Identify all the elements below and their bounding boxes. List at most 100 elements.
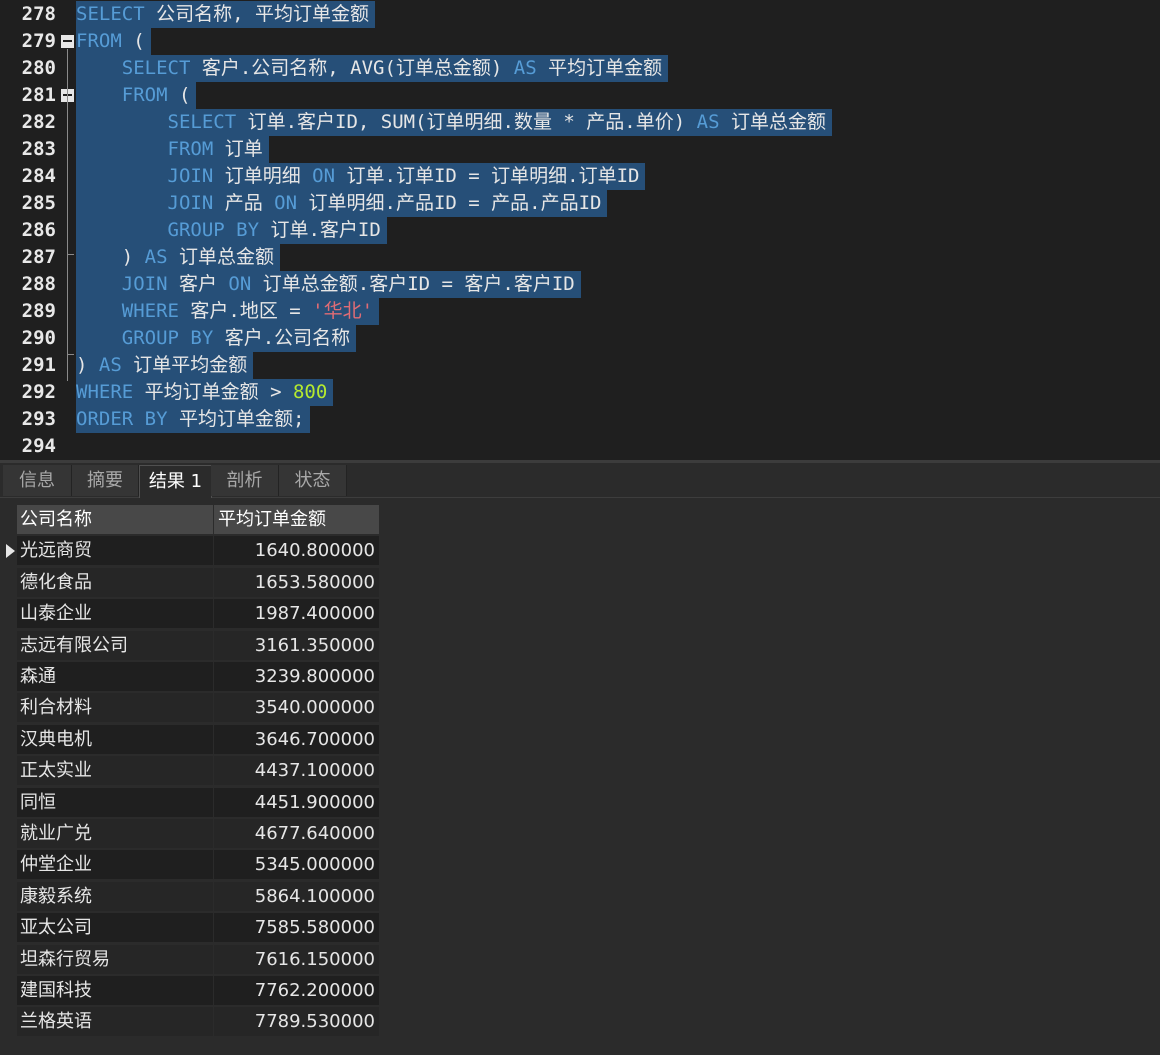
code-line[interactable]: 284 JOIN 订单明细 ON 订单.订单ID = 订单明细.订单ID [0,163,1160,190]
code-line[interactable]: 285 JOIN 产品 ON 订单明细.产品ID = 产品.产品ID [0,190,1160,217]
avg-amount-cell[interactable]: 5864.100000 [214,882,379,912]
line-number: 282 [21,111,56,133]
line-number: 286 [21,219,56,241]
table-row[interactable]: 兰格英语 7789.530000 [0,1007,380,1037]
line-number: 292 [21,381,56,403]
table-row[interactable]: 康毅系统 5864.100000 [0,882,380,912]
code-line[interactable]: 278 SELECT 公司名称, 平均订单金额 [0,1,1160,28]
company-name-cell[interactable]: 志远有限公司 [17,631,214,661]
avg-amount-cell[interactable]: 3646.700000 [214,725,379,755]
code-line[interactable]: 283 FROM 订单 [0,136,1160,163]
code-text: WHERE 平均订单金额 > 800 [76,379,334,406]
line-number: 278 [21,3,56,25]
table-row[interactable]: 汉典电机 3646.700000 [0,725,380,755]
table-row[interactable]: 仲堂企业 5345.000000 [0,850,380,880]
code-line[interactable]: 292 WHERE 平均订单金额 > 800 [0,379,1160,406]
company-name-cell[interactable]: 汉典电机 [17,725,214,755]
code-text: FROM ( [76,82,197,109]
avg-amount-cell[interactable]: 4437.100000 [214,756,379,786]
company-name-cell[interactable]: 建国科技 [17,976,214,1006]
tab-info[interactable]: 信息 [3,465,72,496]
avg-amount-cell[interactable]: 3239.800000 [214,662,379,692]
code-text: JOIN 产品 ON 订单明细.产品ID = 产品.产品ID [76,190,608,217]
company-name-cell[interactable]: 仲堂企业 [17,850,214,880]
avg-amount-cell[interactable]: 7616.150000 [214,945,379,975]
code-text: JOIN 订单明细 ON 订单.订单ID = 订单明细.订单ID [76,163,646,190]
avg-amount-cell[interactable]: 3540.000000 [214,693,379,723]
avg-amount-cell[interactable]: 7789.530000 [214,1007,379,1037]
avg-amount-cell[interactable]: 1640.800000 [214,536,379,566]
company-name-cell[interactable]: 亚太公司 [17,913,214,943]
column-header[interactable]: 公司名称 [17,505,214,535]
code-line[interactable]: 291) AS 订单平均金额 [0,352,1160,379]
line-number: 280 [21,57,56,79]
line-number: 283 [21,138,56,160]
code-line[interactable]: 289 WHERE 客户.地区 = '华北' [0,298,1160,325]
code-text: FROM ( [76,28,151,55]
table-row[interactable]: 就业广兑 4677.640000 [0,819,380,849]
code-text: ) AS 订单总金额 [76,244,280,271]
table-row[interactable]: 山泰企业 1987.400000 [0,599,380,629]
table-row[interactable]: 森通 3239.800000 [0,662,380,692]
fold-collapse-icon[interactable] [61,35,74,48]
tab-profile[interactable]: 剖析 [211,465,279,496]
code-line[interactable]: 279 FROM ( [0,28,1160,55]
line-number: 290 [21,327,56,349]
avg-amount-cell[interactable]: 4677.640000 [214,819,379,849]
company-name-cell[interactable]: 山泰企业 [17,599,214,629]
avg-amount-cell[interactable]: 5345.000000 [214,850,379,880]
company-name-cell[interactable]: 光远商贸 [17,536,214,566]
company-name-cell[interactable]: 正太实业 [17,756,214,786]
table-row[interactable]: 坦森行贸易 7616.150000 [0,945,380,975]
code-text: JOIN 客户 ON 订单总金额.客户ID = 客户.客户ID [76,271,581,298]
code-line[interactable]: 290 GROUP BY 客户.公司名称 [0,325,1160,352]
company-name-cell[interactable]: 森通 [17,662,214,692]
table-row[interactable]: 光远商贸 1640.800000 [0,536,380,566]
avg-amount-cell[interactable]: 1653.580000 [214,568,379,598]
code-line[interactable]: 293 ORDER BY 平均订单金额; [0,406,1160,433]
code-text: SELECT 公司名称, 平均订单金额 [76,1,375,28]
company-name-cell[interactable]: 德化食品 [17,568,214,598]
table-row[interactable]: 志远有限公司 3161.350000 [0,631,380,661]
code-text: WHERE 客户.地区 = '华北' [76,298,380,325]
table-row[interactable]: 利合材料 3540.000000 [0,693,380,723]
code-line[interactable]: 281 FROM ( [0,82,1160,109]
tab-status[interactable]: 状态 [279,465,347,496]
table-row[interactable]: 建国科技 7762.200000 [0,976,380,1006]
table-row[interactable]: 同恒 4451.900000 [0,788,380,818]
company-name-cell[interactable]: 康毅系统 [17,882,214,912]
table-row[interactable]: 德化食品 1653.580000 [0,568,380,598]
code-line[interactable]: 288 JOIN 客户 ON 订单总金额.客户ID = 客户.客户ID [0,271,1160,298]
avg-amount-cell[interactable]: 4451.900000 [214,788,379,818]
code-text: GROUP BY 客户.公司名称 [76,325,357,352]
code-text: GROUP BY 订单.客户ID [76,217,387,244]
line-number: 287 [21,246,56,268]
code-line[interactable]: 280 SELECT 客户.公司名称, AVG(订单总金额) AS 平均订单金额 [0,55,1160,82]
code-line[interactable]: 282 SELECT 订单.客户ID, SUM(订单明细.数量 * 产品.单价)… [0,109,1160,136]
current-row-indicator-icon [6,544,15,558]
avg-amount-cell[interactable]: 3161.350000 [214,631,379,661]
code-line[interactable]: 286 GROUP BY 订单.客户ID [0,217,1160,244]
column-header[interactable]: 平均订单金额 [214,505,379,535]
code-text: SELECT 订单.客户ID, SUM(订单明细.数量 * 产品.单价) AS … [76,109,832,136]
avg-amount-cell[interactable]: 7585.580000 [214,913,379,943]
tab-summary[interactable]: 摘要 [72,465,139,496]
code-line[interactable]: 294 [0,433,1160,460]
table-row[interactable]: 亚太公司 7585.580000 [0,913,380,943]
code-line[interactable]: 287 ) AS 订单总金额 [0,244,1160,271]
line-number: 285 [21,192,56,214]
avg-amount-cell[interactable]: 7762.200000 [214,976,379,1006]
company-name-cell[interactable]: 利合材料 [17,693,214,723]
table-row[interactable]: 正太实业 4437.100000 [0,756,380,786]
fold-guide [67,49,68,381]
code-text: ORDER BY 平均订单金额; [76,406,311,433]
tab-result-1[interactable]: 结果 1 [139,465,212,498]
company-name-cell[interactable]: 兰格英语 [17,1007,214,1037]
company-name-cell[interactable]: 坦森行贸易 [17,945,214,975]
company-name-cell[interactable]: 同恒 [17,788,214,818]
line-number: 288 [21,273,56,295]
company-name-cell[interactable]: 就业广兑 [17,819,214,849]
sql-editor[interactable]: 278 SELECT 公司名称, 平均订单金额 279 FROM (280 SELEC… [0,0,1160,460]
avg-amount-cell[interactable]: 1987.400000 [214,599,379,629]
result-tab-bar: 信息 摘要 结果 1 剖析 状态 [0,463,1160,498]
